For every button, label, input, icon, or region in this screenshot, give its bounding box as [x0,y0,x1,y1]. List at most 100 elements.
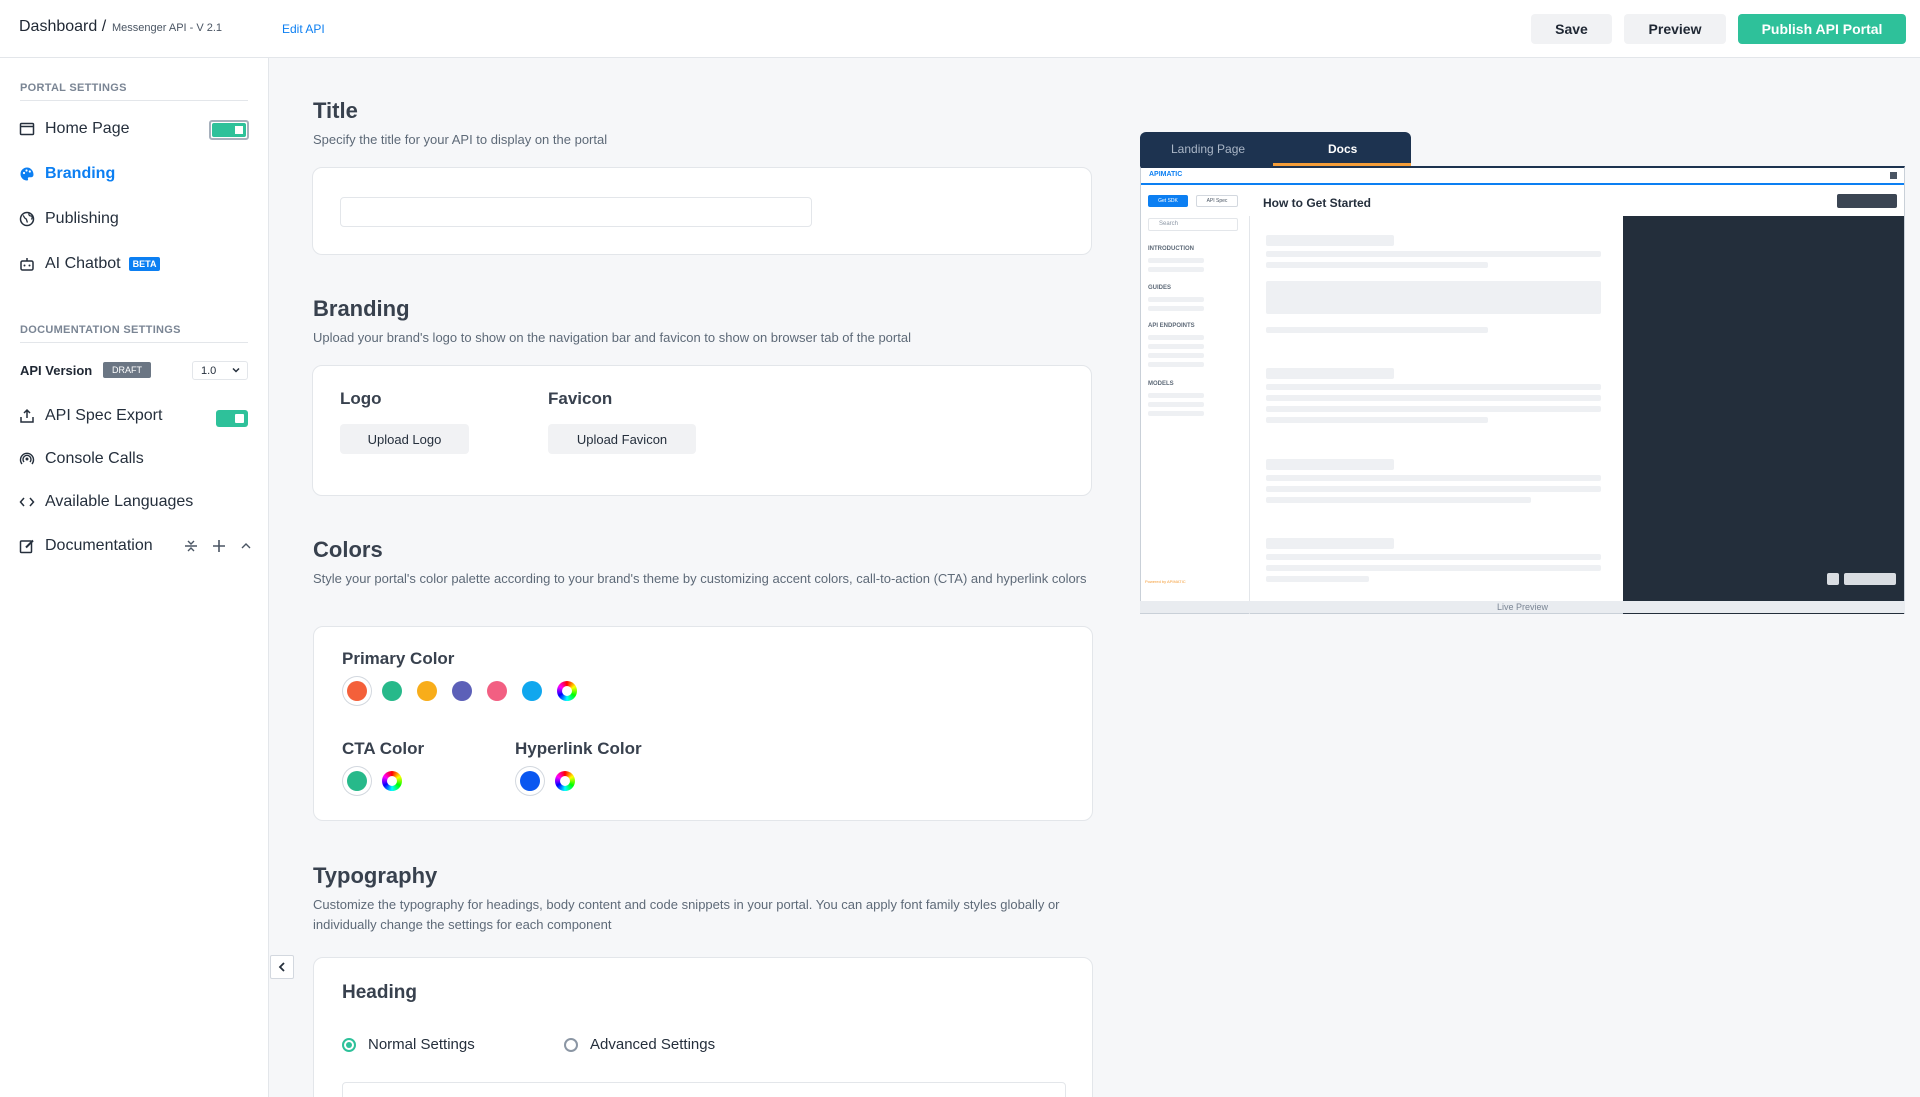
sidebar-item-label: Home Page [45,120,130,137]
preview-get-sdk-button: Get SDK [1148,195,1188,207]
preview-button[interactable]: Preview [1624,14,1726,44]
radio-selected-icon [342,1037,356,1052]
save-button[interactable]: Save [1531,14,1612,44]
sidebar-item-ai-chatbot[interactable]: AI Chatbot BETA [19,255,161,273]
skeleton-block [1266,281,1601,314]
title-section-heading: Title [313,98,358,123]
sidebar-item-branding[interactable]: Branding [19,165,115,183]
documentation-actions [184,538,252,559]
sidebar-item-available-languages[interactable]: Available Languages [19,493,193,511]
divider [20,100,248,101]
collapse-all-icon[interactable] [184,538,198,559]
title-section-description: Specify the title for your API to displa… [313,132,608,147]
preview-logo: APIMATIC [1149,171,1183,178]
sidebar-item-home-page[interactable]: Home Page [19,120,130,138]
upload-logo-button[interactable]: Upload Logo [340,424,469,454]
colors-section-description: Style your portal's color palette accord… [313,571,1087,586]
custom-color-picker-icon[interactable] [557,681,577,701]
sidebar-item-api-spec-export[interactable]: API Spec Export [19,407,162,425]
cta-color-swatch[interactable] [347,771,367,791]
logo-label: Logo [340,389,382,408]
custom-color-picker-icon[interactable] [382,771,402,791]
preview-search-input: Search [1148,218,1238,231]
title-card [312,167,1092,255]
api-spec-export-toggle[interactable] [216,410,248,427]
sidebar-item-documentation[interactable]: Documentation [19,537,153,555]
primary-color-label: Primary Color [342,649,455,668]
preview-sidebar-divider [1249,216,1250,614]
edit-api-link[interactable]: Edit API [282,22,325,36]
skeleton-bar [1148,402,1204,407]
typography-section-description: Customize the typography for headings, b… [313,897,1060,932]
primary-color-swatch[interactable] [417,681,437,701]
font-family-select[interactable] [342,1082,1066,1097]
upload-favicon-button[interactable]: Upload Favicon [548,424,696,454]
api-title-input[interactable] [340,197,812,227]
preview-code-panel [1623,216,1904,614]
chevron-down-icon [231,365,241,378]
primary-color-swatch[interactable] [522,681,542,701]
custom-color-picker-icon[interactable] [555,771,575,791]
breadcrumb-dashboard[interactable]: Dashboard / [19,18,106,36]
skeleton-bar [1148,393,1204,398]
advanced-settings-radio[interactable]: Advanced Settings [564,1036,715,1053]
skeleton-bar [1148,344,1204,349]
home-icon [1890,172,1897,179]
sidebar-item-console-calls[interactable]: Console Calls [19,450,144,468]
colors-card: Primary Color CTA Color Hyperlink Color [313,626,1093,821]
sidebar-item-publishing[interactable]: Publishing [19,210,119,228]
documentation-settings-heading: DOCUMENTATION SETTINGS [20,324,181,336]
preview-nav-api-endpoints: API ENDPOINTS [1148,323,1195,329]
sidebar-item-label: Branding [45,165,116,182]
normal-settings-label: Normal Settings [368,1036,475,1053]
publish-api-portal-button[interactable]: Publish API Portal [1738,14,1906,44]
palette-icon [19,166,35,182]
live-preview-frame: APIMATIC Get SDK API Spec Search INTRODU… [1140,166,1905,614]
typography-card: Heading Normal Settings Advanced Setting… [313,957,1093,1097]
skeleton-bar [1266,486,1601,492]
branding-card: Logo Upload Logo Favicon Upload Favicon [312,365,1092,496]
sidebar-item-label: Available Languages [45,493,194,510]
preview-footer-brand: Powered by APIMATIC [1145,579,1186,584]
preview-nav-models: MODELS [1148,381,1174,387]
primary-color-swatch[interactable] [452,681,472,701]
divider [20,342,248,343]
primary-color-swatch[interactable] [347,681,367,701]
collapse-sidebar-button[interactable] [270,955,294,979]
skeleton-bar [1266,565,1601,571]
globe-icon [19,211,35,227]
edit-icon [19,538,35,554]
skeleton-bar [1266,497,1531,503]
skeleton-bar [1148,335,1204,340]
add-icon[interactable] [212,538,226,559]
primary-color-swatch[interactable] [382,681,402,701]
home-page-toggle[interactable] [209,120,249,140]
skeleton-bar [1148,353,1204,358]
chevron-left-icon [278,962,285,972]
top-bar: Dashboard / Messenger API - V 2.1 Edit A… [0,0,1920,58]
normal-settings-radio[interactable]: Normal Settings [342,1036,475,1053]
api-version-select[interactable]: 1.0 [192,361,248,380]
branding-section-description: Upload your brand's logo to show on the … [313,330,911,345]
preview-api-spec-button: API Spec [1196,195,1238,207]
chevron-up-icon[interactable] [240,538,252,559]
live-preview-caption: Live Preview [1140,601,1905,613]
preview-navbar: APIMATIC [1141,168,1904,185]
tab-landing-page[interactable]: Landing Page [1171,142,1245,156]
branding-section-heading: Branding [313,296,410,321]
favicon-label: Favicon [548,389,613,408]
skeleton-bar [1148,411,1204,416]
skeleton-bar [1266,368,1394,379]
skeleton-bar [1148,258,1204,263]
skeleton-bar [1266,395,1601,401]
skeleton-bar [1266,538,1394,549]
skeleton-bar [1266,327,1488,333]
skeleton-bar [1266,417,1488,423]
primary-color-swatch[interactable] [487,681,507,701]
hyperlink-color-label: Hyperlink Color [515,739,642,758]
hyperlink-color-swatches [520,771,575,791]
tab-docs[interactable]: Docs [1328,142,1357,156]
sidebar-item-label: Console Calls [45,450,144,467]
preview-tabs: Landing Page Docs [1140,132,1411,166]
hyperlink-color-swatch[interactable] [520,771,540,791]
